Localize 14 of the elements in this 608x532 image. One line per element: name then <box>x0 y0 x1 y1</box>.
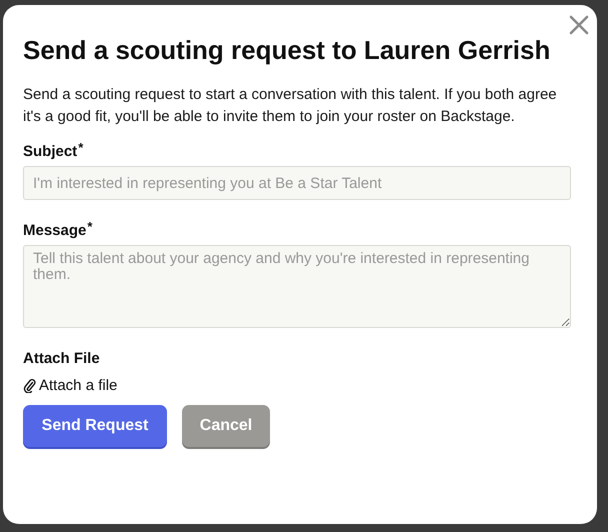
cancel-button[interactable]: Cancel <box>182 405 270 447</box>
attach-label: Attach File <box>23 350 100 367</box>
dialog-title: Send a scouting request to Lauren Gerrish <box>23 34 552 67</box>
message-field[interactable]: Tell this talent about your agency and why you're interested in representing them. <box>23 245 571 328</box>
required-mark: * <box>87 219 92 236</box>
close-icon <box>569 15 589 35</box>
dialog-description: Send a scouting request to start a conversation with this talent. If you both agree it's a good fit, you'll be able to invite them to join your roster on Backstage. <box>23 85 558 127</box>
required-mark: * <box>78 140 84 157</box>
paperclip-icon <box>23 378 36 393</box>
field-label: Subject <box>23 143 78 160</box>
attach-file-link[interactable]: Attach a file <box>23 377 118 394</box>
send-button[interactable]: Send Request <box>23 405 167 447</box>
subject-field[interactable]: I'm interested in representing you at Be a Star Talent <box>23 166 571 200</box>
field-label: Message <box>23 222 86 239</box>
